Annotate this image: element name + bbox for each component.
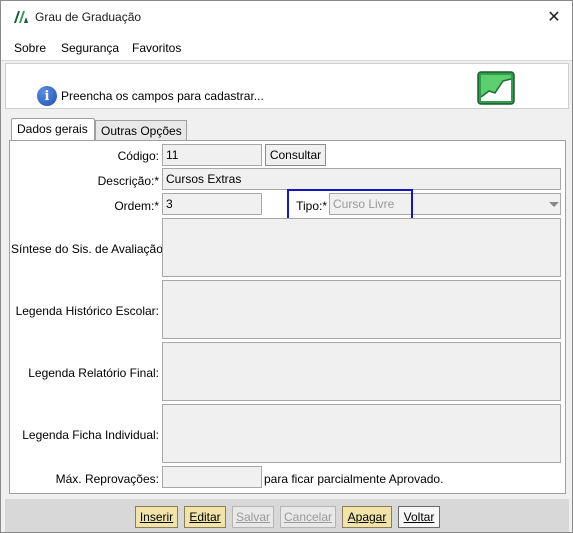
ordem-label: Ordem:* xyxy=(114,199,159,213)
descricao-input[interactable]: Cursos Extras xyxy=(162,168,561,190)
inserir-button[interactable]: Inserir xyxy=(135,506,178,528)
salvar-label: Salvar xyxy=(235,510,270,524)
editar-button[interactable]: Editar xyxy=(184,506,226,528)
cancelar-label: Cancelar xyxy=(283,510,333,524)
banner-message: Preencha os campos para cadastrar... xyxy=(61,89,264,103)
tab-outras-opcoes[interactable]: Outras Opções xyxy=(95,120,187,141)
consultar-button[interactable]: Consultar xyxy=(265,144,326,166)
codigo-label: Código: xyxy=(117,149,159,163)
window: Grau de Graduação ✕ Sobre Segurança Favo… xyxy=(0,0,573,533)
voltar-label: Voltar xyxy=(403,510,435,524)
inserir-label: Inserir xyxy=(139,510,174,524)
menu-bar: Sobre Segurança Favoritos xyxy=(1,33,572,61)
apagar-button[interactable]: Apagar xyxy=(342,506,392,528)
ordem-input[interactable]: 3 xyxy=(162,193,262,215)
app-logo-icon xyxy=(14,11,28,23)
editar-label: Editar xyxy=(189,510,221,524)
menu-sobre[interactable]: Sobre xyxy=(14,41,46,55)
legenda-ficha-textarea[interactable] xyxy=(162,404,561,463)
max-reprovacoes-suffix: para ficar parcialmente Aprovado. xyxy=(264,472,444,486)
legenda-historico-textarea[interactable] xyxy=(162,280,561,339)
legenda-historico-label: Legenda Histórico Escolar: xyxy=(15,304,159,318)
voltar-button[interactable]: Voltar xyxy=(398,506,440,528)
info-icon: i xyxy=(37,86,57,106)
window-title: Grau de Graduação xyxy=(35,10,142,24)
max-reprovacoes-input[interactable] xyxy=(162,466,262,488)
legenda-ficha-label: Legenda Ficha Individual: xyxy=(22,428,159,442)
salvar-button[interactable]: Salvar xyxy=(232,506,274,528)
descricao-label: Descrição:* xyxy=(97,174,159,188)
max-reprovacoes-label: Máx. Reprovações: xyxy=(55,472,159,486)
tab-dados-gerais[interactable]: Dados gerais xyxy=(11,118,95,140)
chart-trend-icon xyxy=(477,71,515,105)
sintese-label: Síntese do Sis. de Avaliação: xyxy=(11,242,167,256)
info-banner: i Preencha os campos para cadastrar... xyxy=(5,63,569,109)
menu-seguranca[interactable]: Segurança xyxy=(61,41,119,55)
legenda-relatorio-textarea[interactable] xyxy=(162,342,561,401)
codigo-input[interactable]: 11 xyxy=(162,144,262,166)
sintese-textarea[interactable] xyxy=(162,218,561,277)
menu-favoritos[interactable]: Favoritos xyxy=(132,41,181,55)
apagar-label: Apagar xyxy=(347,510,387,524)
chevron-down-icon[interactable] xyxy=(549,202,559,207)
close-icon[interactable]: ✕ xyxy=(541,5,567,29)
title-bar: Grau de Graduação ✕ xyxy=(1,1,572,33)
legenda-relatorio-label: Legenda Relatório Final: xyxy=(28,366,159,380)
cancelar-button[interactable]: Cancelar xyxy=(280,506,336,528)
